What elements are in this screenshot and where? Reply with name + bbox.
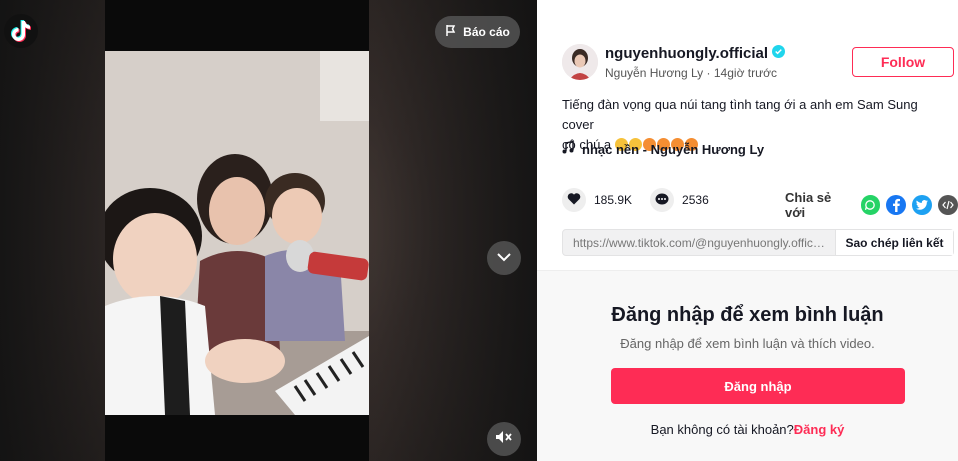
- video-frame[interactable]: [105, 0, 369, 461]
- login-prompt-subtitle: Đăng nhập để xem bình luận và thích vide…: [620, 336, 875, 351]
- avatar[interactable]: [562, 44, 598, 80]
- verified-icon: [772, 44, 786, 62]
- like-button[interactable]: [562, 188, 586, 212]
- music-link[interactable]: nhạc nền - Nguyễn Hương Ly: [562, 140, 764, 157]
- flag-icon: [445, 24, 457, 40]
- music-note-icon: [562, 140, 574, 157]
- signup-prompt-text: Bạn không có tài khoản?: [650, 422, 794, 437]
- chevron-down-icon: [496, 249, 512, 267]
- next-video-button[interactable]: [487, 241, 521, 275]
- comment-button[interactable]: [650, 188, 675, 212]
- comments-section: Đăng nhập để xem bình luận Đăng nhập để …: [537, 270, 958, 461]
- copy-link-button[interactable]: Sao chép liên kết: [835, 230, 953, 255]
- comment-count: 2536: [682, 193, 709, 207]
- mute-icon: [495, 430, 513, 449]
- video-url-field[interactable]: https://www.tiktok.com/@nguyenhuongly.of…: [563, 230, 835, 255]
- follow-button[interactable]: Follow: [852, 47, 954, 77]
- like-count: 185.9K: [594, 193, 633, 207]
- whatsapp-icon[interactable]: [860, 195, 881, 215]
- author-username[interactable]: nguyenhuongly.official: [605, 45, 768, 62]
- facebook-icon[interactable]: [886, 195, 907, 215]
- share-label: Chia sẻ với: [785, 190, 832, 220]
- author-display-name: Nguyễn Hương Ly: [605, 65, 704, 80]
- music-label[interactable]: nhạc nền - Nguyễn Hương Ly: [582, 142, 764, 157]
- caption-line-1: Tiếng đàn vọng qua núi tang tình tang ới…: [562, 97, 918, 132]
- copy-link-row: https://www.tiktok.com/@nguyenhuongly.of…: [562, 229, 954, 256]
- heart-icon: [567, 192, 581, 208]
- share-row: Chia sẻ với: [785, 190, 958, 220]
- video-details-panel: nguyenhuongly.official Nguyễn Hương Ly ·…: [537, 0, 958, 461]
- signup-prompt: Bạn không có tài khoản?Đăng ký: [537, 422, 958, 437]
- post-time: 14giờ trước: [713, 65, 777, 80]
- author-info[interactable]: nguyenhuongly.official Nguyễn Hương Ly ·…: [562, 44, 786, 80]
- signup-link[interactable]: Đăng ký: [794, 422, 845, 437]
- twitter-icon[interactable]: [912, 195, 933, 215]
- embed-icon[interactable]: [938, 195, 958, 215]
- login-prompt-title: Đăng nhập để xem bình luận: [611, 304, 884, 326]
- report-button[interactable]: Báo cáo: [435, 16, 520, 48]
- tiktok-logo-icon[interactable]: [4, 14, 38, 48]
- engagement-stats: 185.9K 2536: [562, 188, 727, 212]
- comment-icon: [655, 193, 669, 208]
- video-thumbnail: [105, 51, 369, 415]
- login-button[interactable]: Đăng nhập: [611, 368, 905, 404]
- video-player-area[interactable]: Báo cáo: [0, 0, 537, 461]
- mute-button[interactable]: [487, 422, 521, 456]
- report-label: Báo cáo: [463, 25, 510, 39]
